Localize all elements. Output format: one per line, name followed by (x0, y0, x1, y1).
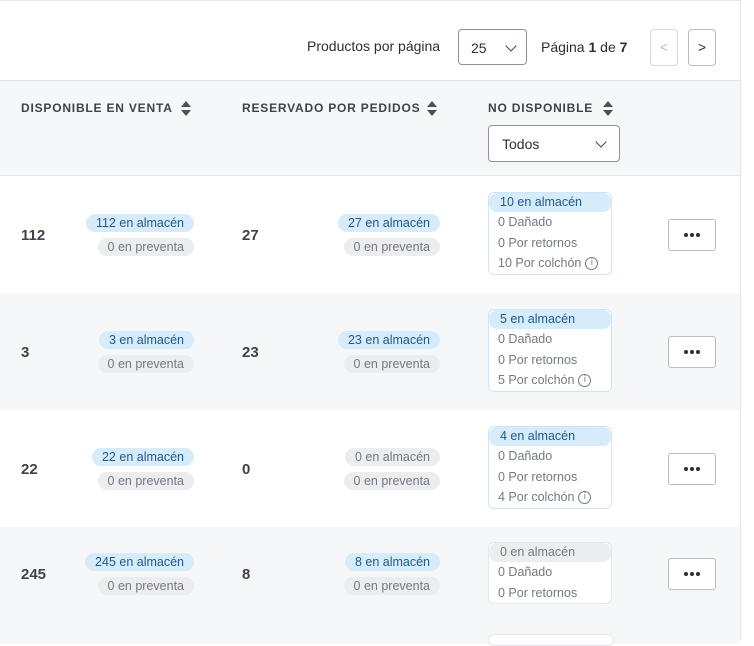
unavailable-returns: 0 Por retornos (498, 585, 578, 600)
reserved-presale-badge: 0 en preventa (343, 238, 440, 256)
unavailable-damaged: 0 Dañado (498, 565, 553, 579)
page-prefix: Página (541, 39, 585, 55)
unavailable-stock-badge: 4 en almacén (489, 427, 611, 446)
chevron-down-icon (595, 136, 607, 148)
row-actions-button[interactable] (668, 336, 716, 368)
reserved-total: 27 (242, 227, 259, 244)
next-row-edge (488, 634, 614, 646)
row-actions-button[interactable] (668, 219, 716, 251)
unavailable-filter-select[interactable]: Todos (488, 125, 620, 162)
available-stock-badge: 3 en almacén (98, 331, 194, 349)
available-total: 3 (21, 344, 30, 361)
available-total: 22 (21, 461, 38, 478)
info-icon[interactable]: i (578, 491, 592, 505)
unavailable-filter-value: Todos (502, 136, 540, 152)
col-header-reserved[interactable]: RESERVADO POR PEDIDOS (242, 101, 420, 115)
unavailable-returns: 0 Por retornos (498, 469, 578, 484)
sort-icon[interactable] (427, 101, 437, 117)
per-page-value: 25 (471, 40, 487, 56)
sort-icon[interactable] (603, 101, 613, 117)
unavailable-stock-badge: 5 en almacén (489, 310, 611, 329)
available-presale-badge: 0 en preventa (97, 577, 194, 595)
unavailable-breakdown: 5 en almacén 0 Dañado 0 Por retornos 5 P… (488, 309, 612, 392)
reserved-total: 23 (242, 344, 259, 361)
available-stock-badge: 112 en almacén (85, 214, 194, 232)
per-page-label: Productos por página (307, 38, 441, 54)
table-row: 245 245 en almacén 0 en preventa 8 8 en … (0, 527, 740, 644)
row-actions-button[interactable] (668, 453, 716, 485)
available-presale-badge: 0 en preventa (97, 472, 194, 490)
table-header (0, 81, 740, 176)
unavailable-damaged: 0 Dañado (498, 215, 553, 229)
table-row: 112 112 en almacén 0 en preventa 27 27 e… (0, 176, 740, 293)
unavailable-returns: 0 Por retornos (498, 352, 578, 367)
available-total: 245 (21, 566, 47, 583)
table-row: 22 22 en almacén 0 en preventa 0 0 en al… (0, 410, 740, 527)
reserved-presale-badge: 0 en preventa (343, 355, 440, 373)
unavailable-breakdown: 4 en almacén 0 Dañado 0 Por retornos 4 P… (488, 426, 612, 509)
unavailable-breakdown: 0 en almacén 0 Dañado 0 Por retornos (488, 542, 612, 604)
available-presale-badge: 0 en preventa (97, 238, 194, 256)
unavailable-damaged: 0 Dañado (498, 332, 553, 346)
info-icon[interactable]: i (578, 374, 592, 388)
unavailable-cushion-line: 4 Por colchón i (489, 487, 611, 508)
per-page-select[interactable]: 25 (458, 29, 527, 65)
sort-icon[interactable] (181, 101, 191, 117)
page-indicator: Página 1 de 7 (541, 39, 627, 55)
unavailable-damaged: 0 Dañado (498, 449, 553, 463)
page-current: 1 (588, 39, 597, 55)
page-total: 7 (619, 39, 628, 55)
info-icon[interactable]: i (585, 257, 599, 271)
table-row: 3 3 en almacén 0 en preventa 23 23 en al… (0, 293, 740, 410)
reserved-presale-badge: 0 en preventa (343, 577, 440, 595)
available-stock-badge: 245 en almacén (85, 553, 194, 571)
unavailable-cushion: 10 Por colchón (498, 256, 582, 270)
col-header-available[interactable]: DISPONIBLE EN VENTA (21, 101, 173, 115)
unavailable-stock-badge: 10 en almacén (489, 193, 611, 212)
unavailable-cushion: 5 Por colchón (498, 373, 575, 387)
reserved-total: 8 (242, 566, 251, 583)
unavailable-cushion-line: 5 Por colchón i (489, 370, 611, 391)
unavailable-cushion: 4 Por colchón (498, 490, 575, 504)
unavailable-cushion-line: 10 Por colchón i (489, 253, 611, 274)
next-page-button[interactable]: > (688, 29, 716, 66)
reserved-stock-badge: 27 en almacén (337, 214, 440, 232)
available-stock-badge: 22 en almacén (91, 448, 194, 466)
reserved-presale-badge: 0 en preventa (343, 472, 440, 490)
unavailable-returns: 0 Por retornos (498, 235, 578, 250)
reserved-stock-badge: 23 en almacén (337, 331, 440, 349)
page-of: de (600, 39, 616, 55)
prev-page-button[interactable]: < (650, 29, 678, 66)
reserved-stock-badge: 0 en almacén (344, 448, 440, 466)
row-actions-button[interactable] (668, 558, 716, 590)
reserved-stock-badge: 8 en almacén (344, 553, 440, 571)
available-total: 112 (21, 227, 46, 244)
chevron-down-icon (505, 40, 517, 52)
col-header-unavailable[interactable]: NO DISPONIBLE (488, 101, 593, 115)
available-presale-badge: 0 en preventa (97, 355, 194, 373)
chevron-right-icon: > (697, 39, 707, 55)
reserved-total: 0 (242, 461, 251, 478)
unavailable-breakdown: 10 en almacén 0 Dañado 0 Por retornos 10… (488, 192, 612, 275)
chevron-left-icon: < (659, 39, 669, 55)
unavailable-stock-badge: 0 en almacén (489, 543, 611, 562)
